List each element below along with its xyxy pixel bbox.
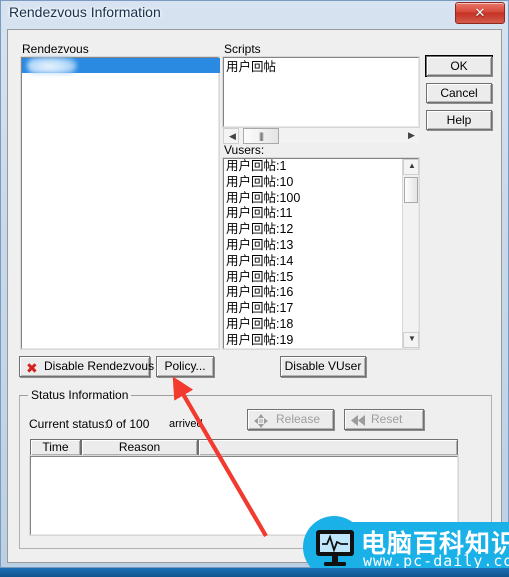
chevron-up-icon: ▲ [408,161,416,170]
scripts-scroll-right-button[interactable]: ▶ [403,128,419,144]
monitor-pulse-icon [316,530,354,566]
current-status-label: Current status: [29,417,108,431]
vusers-list-item[interactable]: 用户回帖:12 [224,222,402,238]
disable-vuser-label: Disable VUser [284,359,362,373]
disable-rendezvous-button[interactable]: ✖ Disable Rendezvous [19,356,155,377]
chevron-right-icon: ▶ [408,130,415,140]
scripts-scroll-thumb[interactable]: ||| [243,128,279,144]
cancel-button[interactable]: Cancel [426,83,492,103]
redaction-blur [27,57,77,74]
rendezvous-listbox[interactable] [20,56,220,350]
vusers-scroll-down-button[interactable]: ▼ [403,332,419,348]
policy-button-label: Policy... [164,359,206,373]
vusers-list-item[interactable]: 用户回帖:13 [224,238,402,254]
table-header-time[interactable]: Time [30,439,81,456]
title-bar: Rendezvous Information ✕ [1,1,508,25]
vusers-label: Vusers: [224,143,265,157]
arrived-label: arrived [169,418,203,430]
taskbar-strip [0,568,509,577]
vusers-scroll-thumb[interactable] [404,177,418,203]
vusers-vscrollbar[interactable]: ▲ ▼ [402,159,419,348]
rewind-icon [351,415,365,426]
close-button[interactable]: ✕ [455,2,505,24]
scripts-scroll-left-button[interactable]: ◀ [223,128,239,144]
vusers-list-item[interactable]: 用户回帖:10 [224,175,402,191]
vusers-list-item[interactable]: 用户回帖:100 [224,191,402,207]
ok-button[interactable]: OK [426,56,492,76]
status-information-label: Status Information [28,388,132,402]
chevron-left-icon: ◀ [229,131,236,141]
chevron-down-icon: ▼ [408,334,416,343]
table-header-extra[interactable] [198,439,458,456]
table-header-reason[interactable]: Reason [81,439,198,456]
dialog-window: Rendezvous Information ✕ Rendezvous Scri… [0,0,509,568]
vusers-list-item[interactable]: 用户回帖:14 [224,254,402,270]
scripts-list-item[interactable]: 用户回帖 [224,59,276,75]
vusers-list-item[interactable]: 用户回帖:16 [224,285,402,301]
vusers-list: 用户回帖:1 用户回帖:10 用户回帖:100 用户回帖:11 用户回帖:12 用户回帖:… [224,159,402,349]
dialog-client: Rendezvous Scripts 用户回帖 ◀ ||| ▶ Vusers: … [7,29,502,563]
reset-button-label: Reset [371,412,403,426]
cancel-button-label: Cancel [440,86,478,100]
vusers-list-item[interactable]: 用户回帖:18 [224,317,402,333]
window-title: Rendezvous Information [9,4,161,20]
vusers-listbox[interactable]: 用户回帖:1 用户回帖:10 用户回帖:100 用户回帖:11 用户回帖:12 用户回帖:… [222,157,420,350]
vusers-list-item[interactable]: 用户回帖:19 [224,333,402,349]
vusers-list-item[interactable]: 用户回帖:15 [224,270,402,286]
ok-button-label: OK [450,59,468,73]
policy-button[interactable]: Policy... [156,356,214,377]
rendezvous-label: Rendezvous [22,42,89,56]
vusers-scroll-up-button[interactable]: ▲ [403,159,419,175]
vusers-list-item[interactable]: 用户回帖:1 [224,159,402,175]
scripts-listbox[interactable]: 用户回帖 [222,56,420,128]
vusers-list-item[interactable]: 用户回帖:17 [224,301,402,317]
red-x-icon: ✖ [26,360,38,376]
current-status-value: 0 of 100 [106,417,150,431]
help-button-label: Help [446,113,472,127]
scroll-grip-icon: ||| [258,131,264,141]
screenshot-root: Rendezvous Information ✕ Rendezvous Scri… [0,0,509,577]
disable-rendezvous-label: Disable Rendezvous [44,359,155,373]
release-button[interactable]: Release [247,409,334,430]
scripts-label: Scripts [224,42,261,56]
watermark: 电脑百科知识 www.pc-daily.com [303,516,509,577]
help-button[interactable]: Help [426,110,492,130]
four-way-arrow-icon [254,414,268,428]
release-button-label: Release [276,412,321,426]
vusers-list-item[interactable]: 用户回帖:11 [224,206,402,222]
disable-vuser-button[interactable]: Disable VUser [280,356,366,377]
close-icon: ✕ [474,5,486,20]
scripts-hscrollbar[interactable]: ◀ ||| ▶ [223,127,419,144]
reset-button[interactable]: Reset [344,409,424,430]
